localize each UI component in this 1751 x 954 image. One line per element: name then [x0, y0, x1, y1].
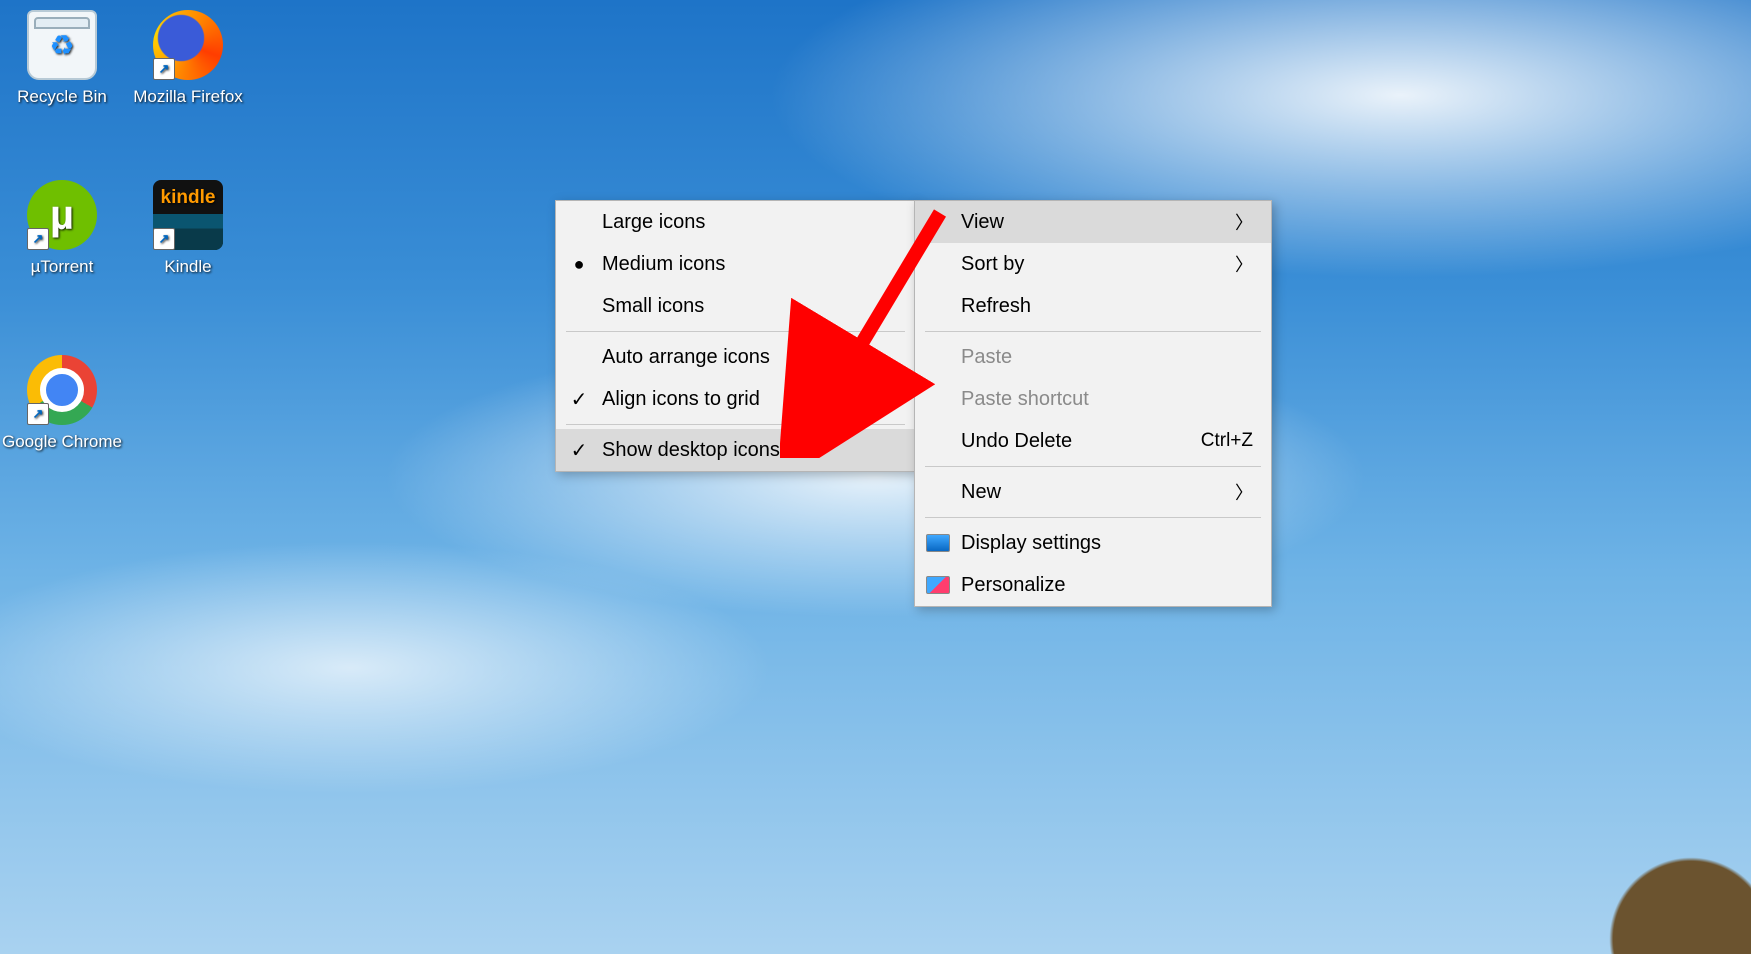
menu-separator [925, 331, 1261, 332]
personalize-icon [926, 576, 950, 594]
desktop-icon-label: Recycle Bin [2, 86, 122, 107]
menu-separator [566, 331, 905, 332]
menu-item-personalize[interactable]: Personalize [915, 564, 1271, 606]
menu-item-display-settings[interactable]: Display settings [915, 522, 1271, 564]
checkmark-icon: ✓ [556, 387, 602, 412]
chevron-right-icon: 〉 [1193, 479, 1253, 505]
utorrent-icon: µ ↗ [27, 180, 97, 250]
desktop[interactable]: ♻ Recycle Bin ↗ Mozilla Firefox µ ↗ µTor… [0, 0, 1751, 954]
shortcut-overlay-icon: ↗ [27, 228, 49, 250]
desktop-icon-label: µTorrent [2, 256, 122, 277]
menu-separator [925, 466, 1261, 467]
menu-item-align-to-grid[interactable]: ✓ Align icons to grid [556, 378, 915, 420]
menu-item-small-icons[interactable]: Small icons [556, 285, 915, 327]
wallpaper-rock [1551, 804, 1751, 954]
menu-item-large-icons[interactable]: Large icons [556, 201, 915, 243]
desktop-icon-recycle-bin[interactable]: ♻ Recycle Bin [2, 10, 122, 107]
chevron-right-icon: 〉 [1193, 209, 1253, 235]
shortcut-overlay-icon: ↗ [153, 228, 175, 250]
menu-separator [925, 517, 1261, 518]
shortcut-overlay-icon: ↗ [27, 403, 49, 425]
shortcut-overlay-icon: ↗ [153, 58, 175, 80]
menu-item-auto-arrange[interactable]: Auto arrange icons [556, 336, 915, 378]
kindle-icon: kindle ↗ [153, 180, 223, 250]
desktop-icon-utorrent[interactable]: µ ↗ µTorrent [2, 180, 122, 277]
menu-item-refresh[interactable]: Refresh [915, 285, 1271, 327]
menu-separator [566, 424, 905, 425]
menu-item-paste: Paste [915, 336, 1271, 378]
desktop-icon-label: Kindle [128, 256, 248, 277]
desktop-icon-label: Google Chrome [2, 431, 122, 452]
chrome-icon: ↗ [27, 355, 97, 425]
checkmark-icon: ✓ [556, 438, 602, 463]
desktop-icon-kindle[interactable]: kindle ↗ Kindle [128, 180, 248, 277]
menu-item-paste-shortcut: Paste shortcut [915, 378, 1271, 420]
desktop-context-menu: View 〉 Sort by 〉 Refresh Paste Paste sho… [914, 200, 1272, 607]
menu-item-undo-delete[interactable]: Undo Delete Ctrl+Z [915, 420, 1271, 462]
chevron-right-icon: 〉 [1193, 251, 1253, 277]
recycle-bin-icon: ♻ [27, 10, 97, 80]
firefox-icon: ↗ [153, 10, 223, 80]
menu-item-new[interactable]: New 〉 [915, 471, 1271, 513]
menu-item-view[interactable]: View 〉 [915, 201, 1271, 243]
menu-item-sort-by[interactable]: Sort by 〉 [915, 243, 1271, 285]
desktop-icon-label: Mozilla Firefox [128, 86, 248, 107]
desktop-icon-chrome[interactable]: ↗ Google Chrome [2, 355, 122, 452]
desktop-icon-firefox[interactable]: ↗ Mozilla Firefox [128, 10, 248, 107]
view-submenu: Large icons ● Medium icons Small icons A… [555, 200, 916, 472]
radio-selected-icon: ● [556, 254, 602, 275]
menu-item-show-desktop-icons[interactable]: ✓ Show desktop icons [556, 429, 915, 471]
keyboard-shortcut: Ctrl+Z [1163, 430, 1253, 452]
display-settings-icon [926, 534, 950, 552]
menu-item-medium-icons[interactable]: ● Medium icons [556, 243, 915, 285]
